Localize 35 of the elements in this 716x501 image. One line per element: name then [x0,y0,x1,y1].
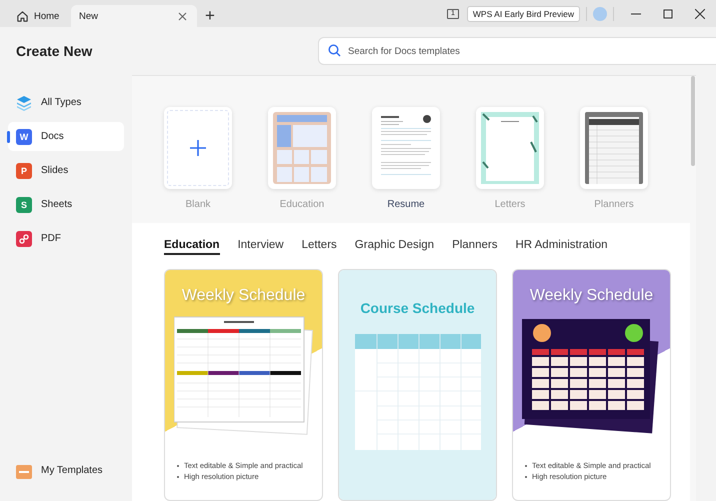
category-tab[interactable]: Planners [452,239,498,255]
my-templates-item[interactable]: My Templates [8,456,124,485]
new-tab-button[interactable]: + [205,7,215,24]
template-title: Weekly Schedule [530,287,654,305]
sidebar-item[interactable]: W Docs [8,122,124,151]
category-tab[interactable]: Interview [238,239,284,255]
category-tab[interactable]: Graphic Design [354,239,434,255]
sidebar-item[interactable]: PDF [8,224,124,253]
app-icon: P [16,162,32,178]
category-tab[interactable]: Letters [302,239,337,255]
app-icon: W [16,128,32,144]
document-thumbnail [273,112,331,184]
category-tab[interactable]: Education [164,239,220,255]
category-tab[interactable]: HR Administration [515,239,608,255]
scrollbar-thumb[interactable] [691,76,695,166]
promo-button[interactable]: WPS AI Early Bird Preview [466,6,580,22]
close-icon[interactable] [178,12,187,20]
folder-icon [16,462,32,478]
layers-icon [16,94,32,110]
sidebar-item[interactable]: P Slides [8,156,124,185]
maximize-icon[interactable] [663,8,673,18]
browser-tab[interactable]: Home [0,5,68,27]
document-thumbnail [585,112,643,184]
close-icon[interactable] [695,8,705,18]
plus-icon [190,140,206,156]
page-title: Create New [15,42,94,61]
template-title: Weekly Schedule [182,287,306,305]
sidebar-item[interactable]: All Types [8,88,124,117]
browser-tab[interactable]: New [71,5,197,27]
home-icon [16,10,29,22]
app-icon: S [16,196,32,212]
document-thumbnail [481,112,539,184]
template-title: Course Schedule [360,300,475,316]
search-field[interactable]: Search for Docs templates [318,37,716,65]
sidebar-item[interactable]: S Sheets [8,190,124,219]
